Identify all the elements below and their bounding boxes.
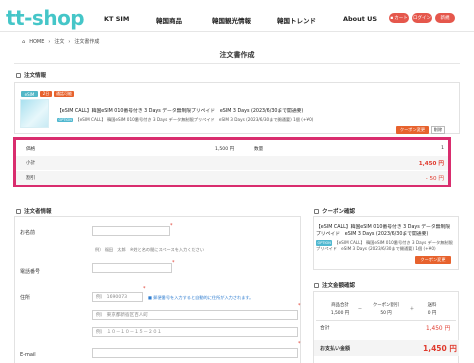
- discount-label: 割引: [26, 176, 36, 181]
- coupon-product-name: 【eSIM CALL】韓国eSIM 010番号付き 3 Days データ無制限プ…: [316, 225, 451, 237]
- login-button[interactable]: ログイン: [412, 13, 432, 23]
- coupon-panel-change-button[interactable]: クーポン変更: [415, 256, 451, 264]
- name-input[interactable]: [92, 226, 170, 236]
- qty-value: 1: [441, 146, 444, 151]
- nav-korea-trend[interactable]: 韓国トレンド: [277, 15, 316, 25]
- amount-panel-heading: 注文金額確認: [314, 281, 355, 289]
- name-required-mark: *: [170, 223, 173, 229]
- name-hint: 例） 福田 太郎 ※姓と名の間にスペースを入力ください: [95, 247, 205, 252]
- product-option: OPTION 【eSIM CALL】 韓国eSIM 010番号付き 3 Days …: [57, 117, 314, 122]
- breadcrumb: ⌂ HOME › 注文 › 注文書作成: [22, 38, 100, 46]
- address2-input[interactable]: 例） １０－１０－１５－２０１: [92, 327, 298, 337]
- nav-about-us[interactable]: About US: [343, 15, 377, 23]
- price-value: 1,500 円: [215, 147, 235, 152]
- coupon-discount-label: クーポン割引: [372, 303, 400, 308]
- minus-sign: －: [357, 307, 363, 312]
- plus-sign: ＋: [409, 307, 415, 312]
- coupon-discount-value: 50 円: [380, 311, 392, 316]
- calculator-icon: [314, 282, 319, 288]
- tag-call: 通話可能: [54, 91, 74, 97]
- product-total-value: 1,500 円: [330, 311, 350, 316]
- name-label: お名前: [20, 230, 36, 236]
- phone-label: 電話番号: [20, 269, 41, 275]
- document-icon: [16, 72, 21, 78]
- tag-days: 2日: [40, 91, 52, 97]
- payment-amount-value: 1,450 円: [423, 344, 457, 353]
- coupon-product-option: OPTION 【eSIM CALL】 韓国eSIM 010番号付き 3 Days …: [316, 240, 453, 251]
- subtotal-label: 小計: [26, 161, 36, 166]
- phone-input[interactable]: [92, 263, 172, 273]
- postal-code-input[interactable]: 例） 1690073: [92, 292, 143, 302]
- price-label: 価格: [26, 147, 36, 152]
- nav-korea-tourism[interactable]: 韓国観光情報: [212, 15, 251, 25]
- product-thumbnail: [20, 99, 49, 128]
- breadcrumb-home[interactable]: HOME: [29, 39, 44, 45]
- header-divider: [0, 31, 474, 32]
- document-icon: [16, 208, 21, 214]
- amount-divider: [316, 320, 456, 321]
- nav-korean-products[interactable]: 韓国商品: [156, 15, 182, 25]
- cart-button[interactable]: ▪ カート: [389, 13, 409, 23]
- address-label: 住所: [20, 295, 31, 301]
- ticket-icon: [314, 208, 319, 214]
- breadcrumb-order[interactable]: 注文: [54, 38, 64, 45]
- email-input[interactable]: [92, 348, 298, 358]
- summary-row-subtotal: 小計 1,450 円: [16, 156, 448, 170]
- payment-amount-label: お支払い金額: [320, 346, 351, 352]
- address-autofill-note: ■ 郵便番号を入力すると自動的に住所が入力されます。: [148, 295, 254, 300]
- shipping-value: 0 円: [427, 311, 437, 316]
- coupon-panel-heading: クーポン確認: [314, 207, 355, 215]
- delete-button[interactable]: 削除: [431, 126, 445, 134]
- total-value: 1,450 円: [426, 326, 451, 332]
- phone-required-mark: *: [172, 260, 175, 266]
- site-logo[interactable]: tt-shop: [6, 6, 85, 30]
- address1-input[interactable]: 例） 東京都新宿区百人町: [92, 310, 298, 320]
- discount-value: - 50 円: [425, 176, 444, 182]
- order-page: { "header": { "logo": "tt-shop", "nav": …: [0, 0, 474, 363]
- register-button[interactable]: 新規: [435, 13, 455, 23]
- page-title: 注文書作成: [219, 51, 255, 59]
- nav-kt-sim[interactable]: KT SIM: [104, 15, 129, 23]
- total-label: 合計: [320, 326, 330, 331]
- title-divider: [14, 63, 460, 64]
- address1-required-mark: *: [298, 303, 301, 309]
- breadcrumb-current: 注文書作成: [74, 39, 100, 45]
- summary-row-price: 価格 1,500 円 数量 1: [16, 142, 448, 156]
- summary-row-discount: 割引 - 50 円: [16, 171, 448, 185]
- option-badge: OPTION: [57, 118, 74, 122]
- orderer-heading: 注文者情報: [16, 207, 52, 215]
- shipping-label: 送料: [427, 303, 437, 308]
- tag-esim: eSIM: [21, 91, 38, 97]
- email-required-mark: *: [298, 341, 301, 347]
- postal-required-mark: *: [143, 286, 146, 292]
- subtotal-value: 1,450 円: [418, 161, 444, 167]
- home-icon: ⌂: [22, 38, 26, 45]
- product-name[interactable]: 【eSIM CALL】韓国eSIM 010番号付き 3 Days データ無制限プ…: [57, 107, 303, 114]
- order-info-heading: 注文情報: [16, 71, 46, 79]
- email-label: E-mail: [20, 352, 36, 358]
- product-total-label: 商品合計: [331, 303, 349, 308]
- qty-label: 数量: [254, 147, 264, 152]
- coupon-change-button[interactable]: クーポン変更: [396, 126, 429, 134]
- orderer-form: [14, 216, 301, 363]
- cart-icon: ▪: [390, 15, 394, 21]
